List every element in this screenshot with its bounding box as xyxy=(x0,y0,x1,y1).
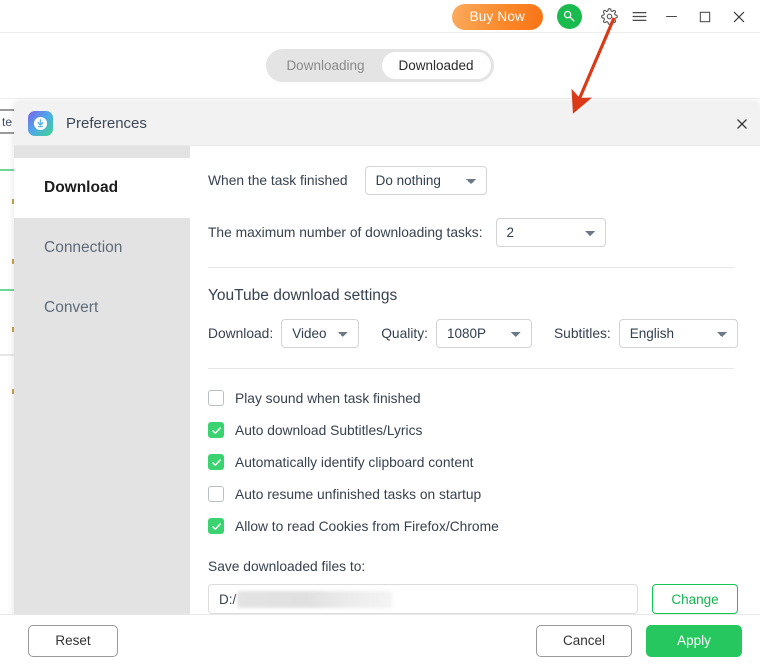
sidebar-item-download[interactable]: Download xyxy=(14,158,190,218)
buy-now-button[interactable]: Buy Now xyxy=(452,4,543,30)
checkbox-box xyxy=(208,390,224,406)
checkbox-box xyxy=(208,518,224,534)
max-tasks-row: The maximum number of downloading tasks:… xyxy=(208,218,738,247)
checkbox-box xyxy=(208,486,224,502)
apply-button[interactable]: Apply xyxy=(646,625,742,657)
tab-group: Downloading Downloaded xyxy=(266,49,493,82)
tab-downloaded[interactable]: Downloaded xyxy=(382,52,491,79)
close-icon[interactable] xyxy=(722,0,756,33)
divider-top xyxy=(208,267,734,268)
application-window: Buy Now xyxy=(0,0,760,666)
save-path-label: Save downloaded files to: xyxy=(208,559,738,574)
checkbox-label: Play sound when task finished xyxy=(235,391,421,406)
save-path-value: D:/ xyxy=(219,592,236,607)
quality-label: Quality: xyxy=(381,326,428,341)
background-partial-text: te xyxy=(2,115,12,129)
cancel-button[interactable]: Cancel xyxy=(536,625,632,657)
checkbox-identify-clipboard[interactable]: Automatically identify clipboard content xyxy=(208,446,738,478)
subtitles-select[interactable]: English xyxy=(619,319,738,348)
when-task-finished-label: When the task finished xyxy=(208,173,348,188)
dialog-title: Preferences xyxy=(66,115,147,132)
hamburger-menu-icon[interactable] xyxy=(624,0,654,33)
sidebar-item-connection[interactable]: Connection xyxy=(14,218,190,278)
preferences-dialog: Preferences Download Connection Convert … xyxy=(14,102,760,666)
tab-bar: Downloading Downloaded xyxy=(0,33,760,98)
minimize-icon[interactable] xyxy=(654,0,688,33)
maximize-icon[interactable] xyxy=(688,0,722,33)
checkbox-label: Auto resume unfinished tasks on startup xyxy=(235,487,481,502)
checkbox-box xyxy=(208,454,224,470)
checkbox-group: Play sound when task finished Auto downl… xyxy=(208,382,738,542)
checkbox-auto-resume[interactable]: Auto resume unfinished tasks on startup xyxy=(208,478,738,510)
checkbox-label: Automatically identify clipboard content xyxy=(235,455,474,470)
dialog-header: Preferences xyxy=(14,102,760,146)
tab-downloading[interactable]: Downloading xyxy=(269,52,381,79)
checkbox-label: Auto download Subtitles/Lyrics xyxy=(235,423,422,438)
download-settings-panel: When the task finished Do nothing The ma… xyxy=(190,146,760,666)
reset-button[interactable]: Reset xyxy=(28,625,118,657)
change-path-button[interactable]: Change xyxy=(652,584,738,614)
download-type-select[interactable]: Video xyxy=(281,319,359,348)
dialog-body: Download Connection Convert When the tas… xyxy=(14,146,760,666)
subtitles-label: Subtitles: xyxy=(554,326,611,341)
checkbox-label: Allow to read Cookies from Firefox/Chrom… xyxy=(235,519,499,534)
dialog-sidebar: Download Connection Convert xyxy=(14,146,190,666)
app-logo-download-icon xyxy=(28,111,53,136)
quality-select[interactable]: 1080P xyxy=(436,319,532,348)
window-titlebar: Buy Now xyxy=(0,0,760,33)
when-task-finished-select[interactable]: Do nothing xyxy=(365,166,487,195)
checkbox-auto-download-subtitles[interactable]: Auto download Subtitles/Lyrics xyxy=(208,414,738,446)
divider-bottom xyxy=(208,368,734,369)
redacted-path-block xyxy=(237,591,392,608)
max-tasks-label: The maximum number of downloading tasks: xyxy=(208,225,483,240)
youtube-settings-title: YouTube download settings xyxy=(208,287,738,305)
download-type-label: Download: xyxy=(208,326,273,341)
dialog-close-icon[interactable] xyxy=(729,111,755,137)
titlebar-controls: Buy Now xyxy=(452,0,760,33)
sidebar-item-convert[interactable]: Convert xyxy=(14,278,190,338)
checkbox-box xyxy=(208,422,224,438)
checkbox-read-cookies[interactable]: Allow to read Cookies from Firefox/Chrom… xyxy=(208,510,738,542)
key-icon[interactable] xyxy=(557,4,582,29)
max-tasks-select[interactable]: 2 xyxy=(496,218,606,247)
gear-icon[interactable] xyxy=(594,0,624,33)
dialog-footer: Reset Cancel Apply xyxy=(0,614,760,666)
save-path-row: D:/ Change xyxy=(208,584,738,614)
save-path-input[interactable]: D:/ xyxy=(208,584,638,614)
youtube-options-row: Download: Video Quality: 1080P Subtitles… xyxy=(208,319,738,348)
checkbox-play-sound[interactable]: Play sound when task finished xyxy=(208,382,738,414)
when-task-finished-row: When the task finished Do nothing xyxy=(208,166,738,195)
